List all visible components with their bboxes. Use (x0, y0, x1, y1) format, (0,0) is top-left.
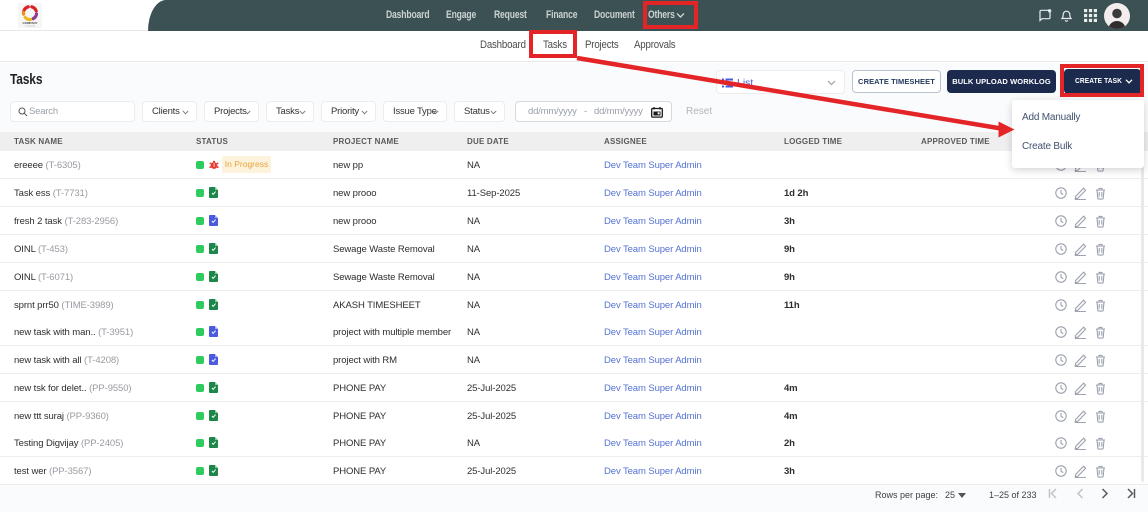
svg-text:COMPANY: COMPANY (22, 21, 37, 25)
svg-text:community: community (25, 25, 35, 28)
